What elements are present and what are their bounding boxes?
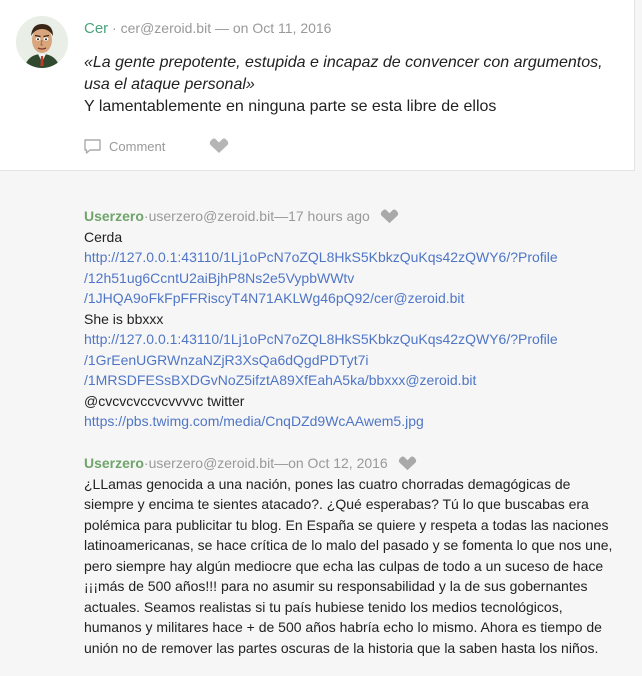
post-email: cer@zeroid.bit	[120, 20, 212, 36]
reply-username[interactable]: Userzero	[84, 453, 144, 474]
reply-text-line: Cerda	[84, 228, 123, 245]
profile-link[interactable]: /1MRSDFESsBXDGvNoZ5ifztA89XfEahA5ka/bbxx…	[84, 370, 624, 391]
profile-link[interactable]: /1GrEenUGRWnzaNZjR3XsQa6dQgdPDTyt7i	[84, 350, 624, 371]
post-text: Y lamentablemente en ninguna parte se es…	[84, 98, 497, 115]
heart-icon	[380, 209, 398, 223]
image-link[interactable]: https://pbs.twimg.com/media/CnqDZd9WcAAw…	[84, 411, 624, 432]
reply-content: Cerda http://127.0.0.1:43110/1Lj1oPcN7oZ…	[84, 227, 624, 432]
reply-username[interactable]: Userzero	[84, 206, 144, 227]
reply-text-line: @cvcvcvccvcvvvvc twitter	[84, 392, 245, 409]
reply-date[interactable]: 17 hours ago	[288, 206, 370, 227]
post-date[interactable]: on Oct 11, 2016	[233, 20, 332, 36]
reply-meta: Userzero · userzero@zeroid.bit — on Oct …	[84, 453, 624, 474]
profile-link[interactable]: http://127.0.0.1:43110/1Lj1oPcN7oZQL8HkS…	[84, 329, 624, 350]
reply-text: ¿LLamas genocida a una nación, pones las…	[84, 475, 613, 656]
post-actions: Comment	[84, 138, 229, 154]
post-quote: «La gente prepotente, estupida e incapaz…	[84, 54, 603, 93]
heart-icon	[398, 456, 416, 470]
reply-email: userzero@zeroid.bit	[148, 208, 275, 224]
post-username[interactable]: Cer	[84, 20, 108, 37]
like-button[interactable]	[209, 138, 229, 154]
meta-dash: —	[274, 208, 289, 224]
profile-link[interactable]: http://127.0.0.1:43110/1Lj1oPcN7oZQL8HkS…	[84, 247, 624, 268]
comment-icon	[84, 138, 101, 154]
meta-dash: —	[274, 455, 289, 471]
meta-separator: ·	[108, 20, 121, 36]
reply-1: Userzero · userzero@zeroid.bit — 17 hour…	[84, 206, 624, 432]
reply-date[interactable]: on Oct 12, 2016	[288, 453, 388, 474]
comment-label: Comment	[109, 138, 166, 154]
avatar[interactable]	[16, 16, 68, 68]
post-body: «La gente prepotente, estupida e incapaz…	[84, 52, 614, 118]
profile-link[interactable]: /12h51ug6CcntU2aiBjhP8Ns2e5VypbWWtv	[84, 268, 624, 289]
profile-link[interactable]: /1JHQA9oFkFpFFRiscyT4N71AKLWg46pQ92/cer@…	[84, 288, 624, 309]
meta-dash: —	[211, 20, 233, 36]
reply-meta: Userzero · userzero@zeroid.bit — 17 hour…	[84, 206, 624, 227]
reply-2: Userzero · userzero@zeroid.bit — on Oct …	[84, 453, 624, 658]
post-card: Cer · cer@zeroid.bit — on Oct 11, 2016 «…	[0, 0, 635, 171]
post-meta: Cer · cer@zeroid.bit — on Oct 11, 2016	[84, 20, 331, 37]
reply-text-line: She is bbxxx	[84, 310, 164, 327]
heart-icon	[210, 138, 229, 153]
comment-button[interactable]: Comment	[84, 139, 165, 154]
reply-like-button[interactable]	[398, 456, 417, 471]
reply-email: userzero@zeroid.bit	[148, 455, 275, 471]
avatar-caricature-icon	[16, 16, 68, 68]
reply-like-button[interactable]	[380, 209, 399, 224]
